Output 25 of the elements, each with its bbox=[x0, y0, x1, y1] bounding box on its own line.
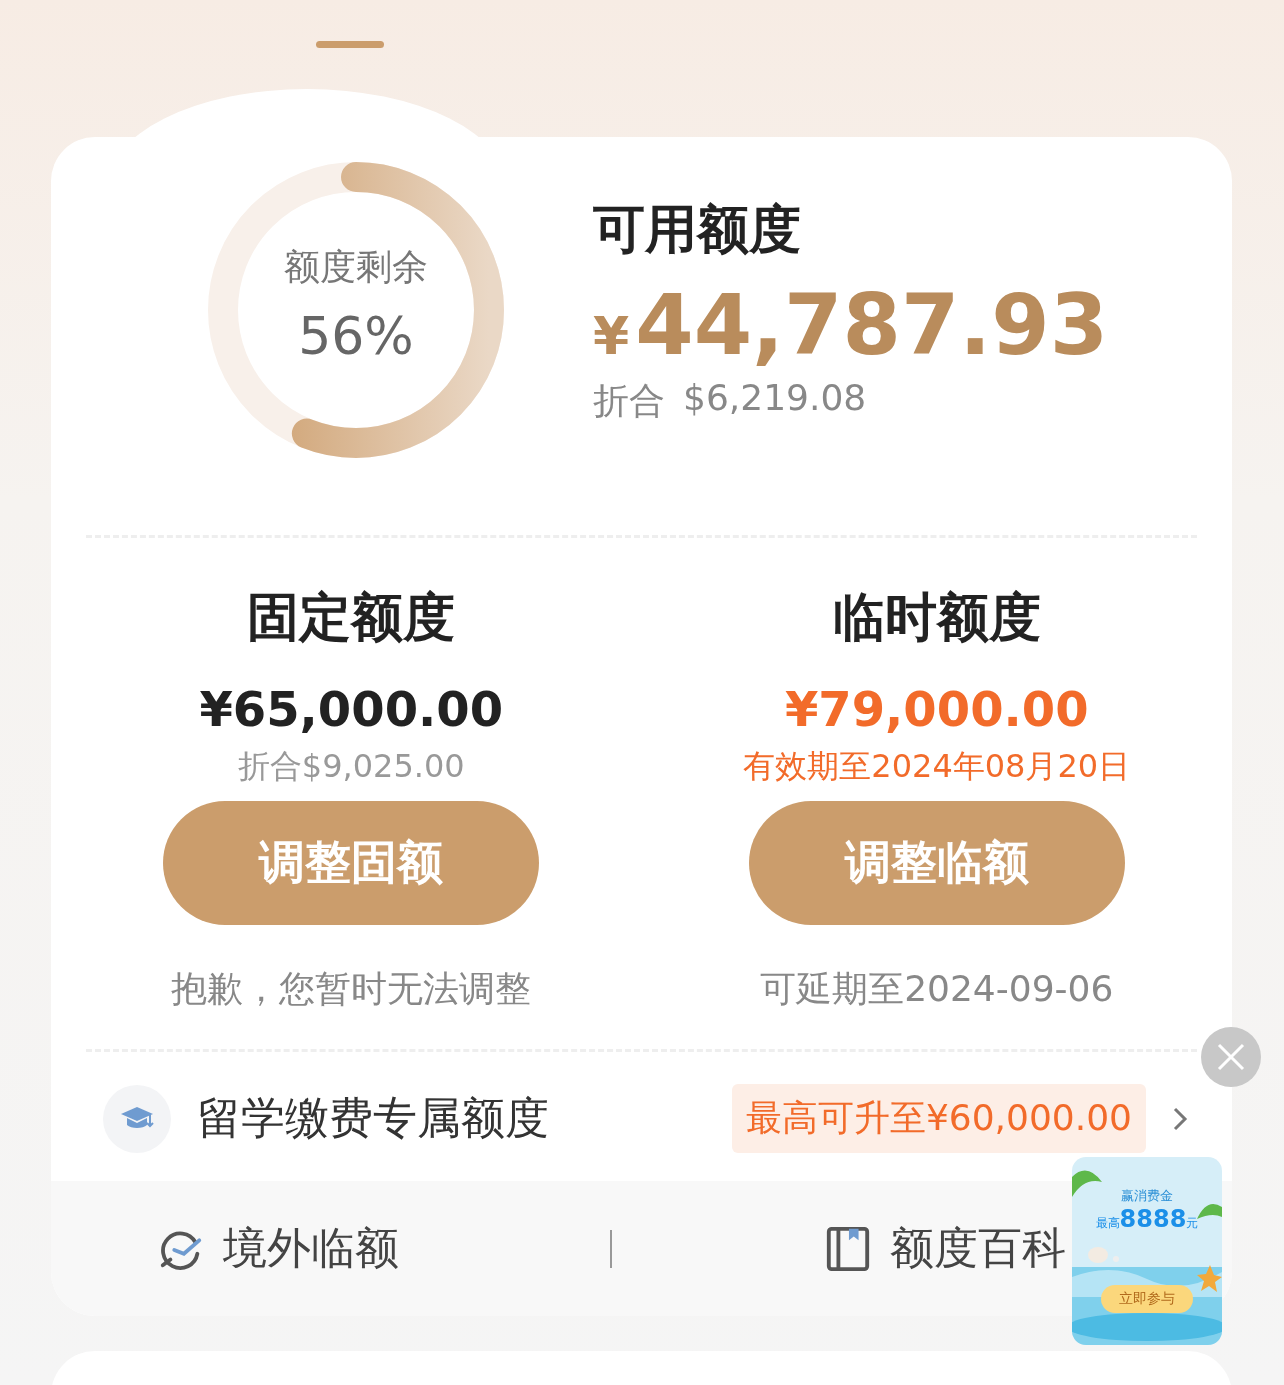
promo-amount: 最高8888元 bbox=[1095, 1205, 1199, 1233]
ring-label: 额度剩余 bbox=[284, 244, 428, 289]
quota-note: 抱歉，您暂时无法调整 bbox=[171, 967, 532, 1011]
limit-badge: 最高可升至¥60,000.00 bbox=[731, 1084, 1146, 1153]
study-abroad-label[interactable]: 留学缴费专属额度 bbox=[197, 1089, 549, 1148]
ring-percent: 56% bbox=[298, 305, 414, 366]
quota-amount: ¥65,000.00 bbox=[199, 681, 504, 737]
quota-title: 固定额度 bbox=[247, 586, 456, 649]
available-title: 可用额度 bbox=[593, 198, 802, 261]
converted-amount: $6,219.08 bbox=[683, 377, 867, 421]
adjust-button[interactable]: 调整固额 bbox=[163, 801, 540, 925]
shortcut-link[interactable]: 额度百科 bbox=[890, 1219, 1067, 1278]
promo-title: 赢消费金 bbox=[1121, 1187, 1173, 1205]
shortcut-link[interactable]: 境外临额 bbox=[222, 1219, 399, 1278]
promo-card[interactable]: 赢消费金 最高8888元 立即参与 bbox=[1072, 1157, 1222, 1345]
converted-text: 折合$9,025.00 bbox=[237, 746, 465, 787]
adjust-button[interactable]: 调整临额 bbox=[748, 801, 1125, 925]
join-button[interactable]: 立即参与 bbox=[1101, 1285, 1193, 1313]
available-amount: ¥44,787.93 bbox=[593, 279, 1109, 372]
converted-label: 折合 bbox=[593, 379, 665, 424]
validity-text: 有效期至2024年08月20日 bbox=[743, 746, 1131, 787]
close-icon bbox=[1216, 1042, 1246, 1072]
quota-note: 可延期至2024-09-06 bbox=[760, 967, 1114, 1011]
quota-amount: ¥79,000.00 bbox=[784, 681, 1089, 737]
quota-title: 临时额度 bbox=[832, 586, 1041, 649]
